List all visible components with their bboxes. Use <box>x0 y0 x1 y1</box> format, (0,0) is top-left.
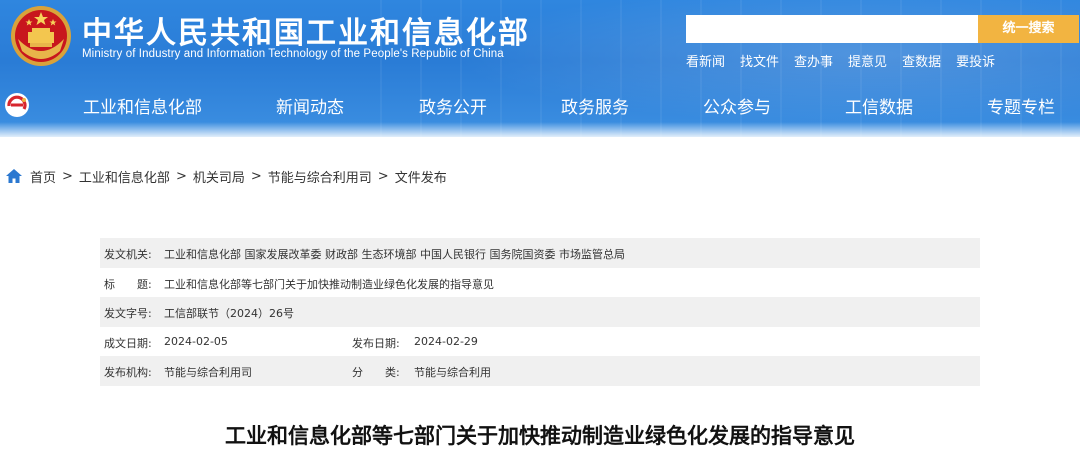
breadcrumb: 首页 > 工业和信息化部 > 机关司局 > 节能与综合利用司 > 文件发布 <box>6 167 447 186</box>
meta-row-doc-no: 发文字号: 工信部联节（2024）26号 <box>100 297 980 327</box>
meta-label: 分 类: <box>352 366 400 380</box>
quick-link-services[interactable]: 查办事 <box>794 51 833 70</box>
nav-item-news[interactable]: 新闻动态 <box>276 93 344 118</box>
breadcrumb-separator: > <box>377 168 389 184</box>
meta-label: 成文日期: <box>104 336 152 350</box>
quick-link-data[interactable]: 查数据 <box>902 51 941 70</box>
meta-label: 发文机关: <box>104 248 152 261</box>
meta-value-doc-no: 工信部联节（2024）26号 <box>164 307 294 321</box>
quick-link-news[interactable]: 看新闻 <box>686 51 725 70</box>
breadcrumb-department[interactable]: 节能与综合利用司 <box>268 167 372 186</box>
breadcrumb-separator: > <box>250 168 262 184</box>
home-icon[interactable] <box>6 169 22 183</box>
quick-link-complaint[interactable]: 要投诉 <box>956 51 995 70</box>
breadcrumb-ministry[interactable]: 工业和信息化部 <box>79 167 170 186</box>
quick-link-files[interactable]: 找文件 <box>740 51 779 70</box>
quick-link-feedback[interactable]: 提意见 <box>848 51 887 70</box>
nav-item-gov-services[interactable]: 政务服务 <box>561 93 629 118</box>
meta-row-dates: 成文日期: 2024-02-05 发布日期: 2024-02-29 <box>100 327 980 357</box>
document-title: 工业和信息化部等七部门关于加快推动制造业绿色化发展的指导意见 <box>225 424 855 448</box>
national-emblem-icon[interactable] <box>10 5 72 67</box>
breadcrumb-departments[interactable]: 机关司局 <box>193 167 245 186</box>
nav-item-public[interactable]: 公众参与 <box>703 93 771 118</box>
meta-value-title: 工业和信息化部等七部门关于加快推动制造业绿色化发展的指导意见 <box>164 277 494 291</box>
search-button[interactable]: 统一搜索 <box>978 15 1079 43</box>
meta-value-published: 2024-02-29 <box>414 334 478 348</box>
meta-row-issuer: 发文机关: 工业和信息化部 国家发展改革委 财政部 生态环境部 中国人民银行 国… <box>100 238 980 268</box>
breadcrumb-separator: > <box>62 168 73 184</box>
quick-links: 看新闻 找文件 查办事 提意见 查数据 要投诉 <box>686 51 1010 70</box>
document-meta-table: 发文机关: 工业和信息化部 国家发展改革委 财政部 生态环境部 中国人民银行 国… <box>100 238 980 386</box>
miit-logo-icon[interactable] <box>4 92 30 118</box>
nav-item-gov-info[interactable]: 政务公开 <box>419 93 487 118</box>
breadcrumb-current[interactable]: 文件发布 <box>395 167 447 186</box>
meta-label: 发布日期: <box>352 336 400 350</box>
meta-value-org: 节能与综合利用司 <box>164 366 252 380</box>
nav-item-home[interactable]: 工业和信息化部 <box>83 93 202 118</box>
meta-label: 发布机构: <box>104 366 152 380</box>
meta-label: 标 题: <box>104 277 152 291</box>
breadcrumb-separator: > <box>175 168 187 184</box>
meta-label: 发文字号: <box>104 307 152 321</box>
meta-value-created: 2024-02-05 <box>164 334 228 348</box>
nav-item-topics[interactable]: 专题专栏 <box>987 93 1055 118</box>
site-header: 中华人民共和国工业和信息化部 Ministry of Industry and … <box>0 0 1080 137</box>
meta-value-issuer: 工业和信息化部 国家发展改革委 财政部 生态环境部 中国人民银行 国务院国资委 … <box>164 248 625 261</box>
search-input[interactable] <box>686 15 978 43</box>
meta-value-category: 节能与综合利用 <box>414 366 491 380</box>
site-title[interactable]: 中华人民共和国工业和信息化部 <box>82 8 530 52</box>
meta-row-org: 发布机构: 节能与综合利用司 分 类: 节能与综合利用 <box>100 356 980 386</box>
nav-item-data[interactable]: 工信数据 <box>845 93 913 118</box>
meta-row-title: 标 题: 工业和信息化部等七部门关于加快推动制造业绿色化发展的指导意见 <box>100 268 980 298</box>
site-subtitle: Ministry of Industry and Information Tec… <box>82 48 504 60</box>
main-nav: 工业和信息化部 新闻动态 政务公开 政务服务 公众参与 工信数据 专题专栏 <box>70 93 1080 118</box>
breadcrumb-home[interactable]: 首页 <box>30 167 56 186</box>
